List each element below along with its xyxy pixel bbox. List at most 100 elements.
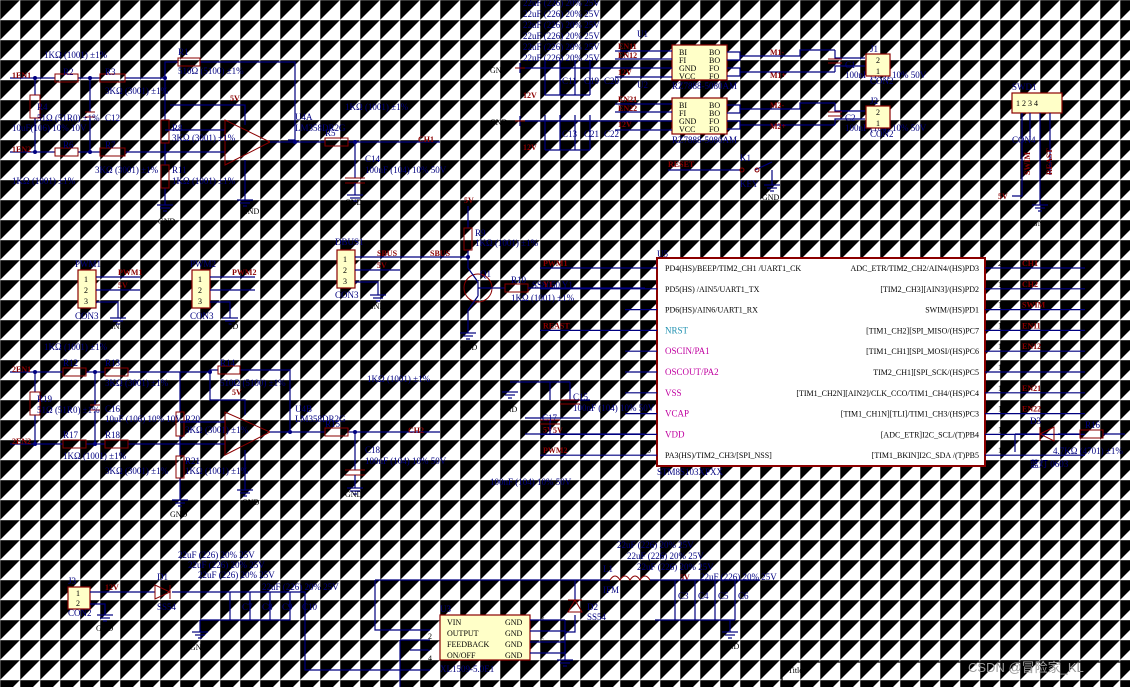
svg-text:2: 2 — [876, 108, 880, 117]
r14-value: 510Ω (5100) ±1% — [220, 378, 286, 388]
pin-number: 14 — [998, 384, 1006, 393]
r21-ref: R21 — [185, 456, 200, 466]
cap-value: 22uF (226) 20% 25V — [617, 540, 694, 550]
gnd-label: GND — [345, 198, 363, 207]
c16-value: 10uF (106) 10% 10V — [105, 414, 182, 424]
svg-text:1: 1 — [198, 275, 202, 284]
r14-ref: R14 — [220, 358, 236, 368]
c12-value: 10uF(106) 10% 10V — [12, 123, 87, 133]
mcu-net-label: EN11 — [1022, 321, 1041, 330]
u3-pin-output: OUTPUT — [447, 629, 479, 638]
svg-text:GND: GND — [460, 343, 478, 352]
r8-value: 3KΩ (3001) ±1% — [172, 133, 236, 143]
u3-pin-gnd: GND — [505, 618, 523, 627]
net-1en1: 1EN1 — [12, 71, 31, 80]
mcu-pin-name: TIM2_CH1][SPI_SCK/(HS)PC5 — [873, 368, 979, 377]
cap-value: 22uF (226) 20% 25V — [523, 0, 600, 8]
r4-ref: R4 — [37, 102, 48, 112]
mcu-pin-name: [TIM1_CH2N][AIN2]/CLK_CCO/TIM1_CH4/(HS)P… — [796, 389, 979, 398]
svg-text:12V: 12V — [523, 91, 537, 100]
gnd-label: GND — [500, 405, 518, 414]
net-pwm2: PWM2 — [232, 268, 256, 277]
svg-text:GND: GND — [345, 490, 363, 499]
pin-number: 10 — [643, 446, 651, 455]
gnd-label: GND — [158, 217, 176, 226]
svg-text:FO: FO — [709, 125, 719, 134]
net-swim: SWIM — [1023, 151, 1032, 175]
d2-ref: D2 — [587, 602, 598, 612]
r17-ref: R17 — [63, 430, 79, 440]
j3-ref: J3 — [68, 576, 77, 586]
r3-ref: R3 — [105, 67, 116, 77]
c5-ref: C5 — [718, 591, 729, 601]
r9-value: 1KΩ (1001) ±1% — [475, 238, 539, 248]
schematic-canvas: 1KΩ (1001) ±1% R1 510Ω (5100) ±1% 1EN1 1… — [0, 0, 1130, 687]
c9-ref: C9 — [282, 602, 293, 612]
pin-number: 2 — [428, 632, 432, 641]
pin-number: 6 — [643, 363, 647, 372]
pwm2-ref: PWM2 — [190, 259, 216, 269]
pin-number: 4 — [643, 321, 647, 330]
mcu-net-label: Y1 — [543, 280, 553, 289]
svg-text:GND: GND — [108, 322, 126, 331]
con3-label: CON3 — [190, 311, 214, 321]
mcu-net-label: EN21 — [1022, 384, 1041, 393]
u3-pin-gnd: GND — [505, 640, 523, 649]
con2-label: CON2 — [68, 608, 92, 618]
r7-ref: R7 — [105, 140, 116, 150]
pin-number: 9 — [643, 425, 647, 434]
svg-text:GND: GND — [170, 510, 188, 519]
c7-ref: C7 — [242, 602, 253, 612]
r18-value: 3KΩ (3001) ±1% — [105, 466, 169, 476]
mcu-pin-name: PD4(HS)/BEEP/TIM2_CH1 /UART1_CK — [665, 264, 801, 273]
mcu-pin-name: OSCIN/PA1 — [665, 346, 710, 356]
r10-ref: R10 — [511, 275, 527, 285]
pin-number: 4 — [428, 654, 432, 663]
c1-ref: C1 — [845, 60, 856, 70]
mcu-net-label: CH2 — [1022, 280, 1038, 289]
pin-number: 11 — [998, 446, 1006, 455]
r5-ref: R5 — [325, 128, 336, 138]
r19-value: 51Ω (51R0) ±1% — [37, 405, 100, 415]
svg-text:2: 2 — [343, 266, 347, 275]
pin-vcc: VCC — [679, 72, 695, 81]
cap-value: 22uF (226) 20% 25V — [637, 562, 714, 572]
d1-ref: D1 — [157, 572, 168, 582]
svg-text:2: 2 — [198, 286, 202, 295]
key-label: KEY — [740, 179, 759, 189]
u3-ref: U3 — [440, 604, 451, 614]
mcu-net-label: REAST — [543, 321, 570, 330]
gnd-label: GND — [242, 207, 260, 216]
svg-text:2: 2 — [76, 599, 80, 608]
mcu-pin-name: PD6(HS)/AIN6/UART1_RX — [665, 306, 758, 315]
pin-number: 19 — [998, 280, 1006, 289]
net-5v: 5V — [680, 573, 690, 582]
net-sbus: SBUS — [377, 249, 398, 258]
q1-ref: Q1 — [480, 269, 491, 279]
con2-label: CON2 — [870, 129, 894, 139]
svg-text:1: 1 — [876, 67, 880, 76]
c20-ref: C20 — [604, 76, 620, 86]
u3-pin-onoff: ON/OFF — [447, 651, 476, 660]
c17-ref: C17 — [542, 413, 558, 423]
c8-ref: C8 — [262, 602, 273, 612]
mcu-net-label: PWM2 — [543, 446, 567, 455]
r-label-bottom: 1KΩ (1001) ±1% — [12, 176, 76, 186]
r15-value: 1KΩ (1001) ±1% — [367, 374, 431, 384]
cap-value: 22uF (226) 20% 25V — [523, 42, 600, 52]
pin-number: 2 — [643, 280, 647, 289]
net-m2-neg: M2- — [770, 101, 785, 110]
c17-value: 100nF (104) 10% 50V — [490, 477, 572, 487]
svg-text:5V: 5V — [464, 196, 474, 205]
mcu-pin-name: [TIM1_CH2][SPI_MISO/(HS)PC7 — [866, 326, 979, 335]
net-m2-pos: M2+ — [770, 122, 787, 131]
mcu-pin-name: [ADC_ETR]I2C_SCL/(T)PB4 — [881, 430, 979, 439]
svg-text:GND: GND — [490, 118, 508, 127]
mcu-pin-name: VDD — [665, 429, 685, 439]
r4-value: 51Ω (51R0) ±1% — [37, 113, 100, 123]
net-5v: 5V — [230, 94, 240, 103]
net-5v: 5V — [553, 426, 563, 435]
c11-ref: C11 — [562, 76, 577, 86]
pin-fo: FO — [709, 72, 719, 81]
u4a-ref: U4A — [295, 112, 313, 122]
